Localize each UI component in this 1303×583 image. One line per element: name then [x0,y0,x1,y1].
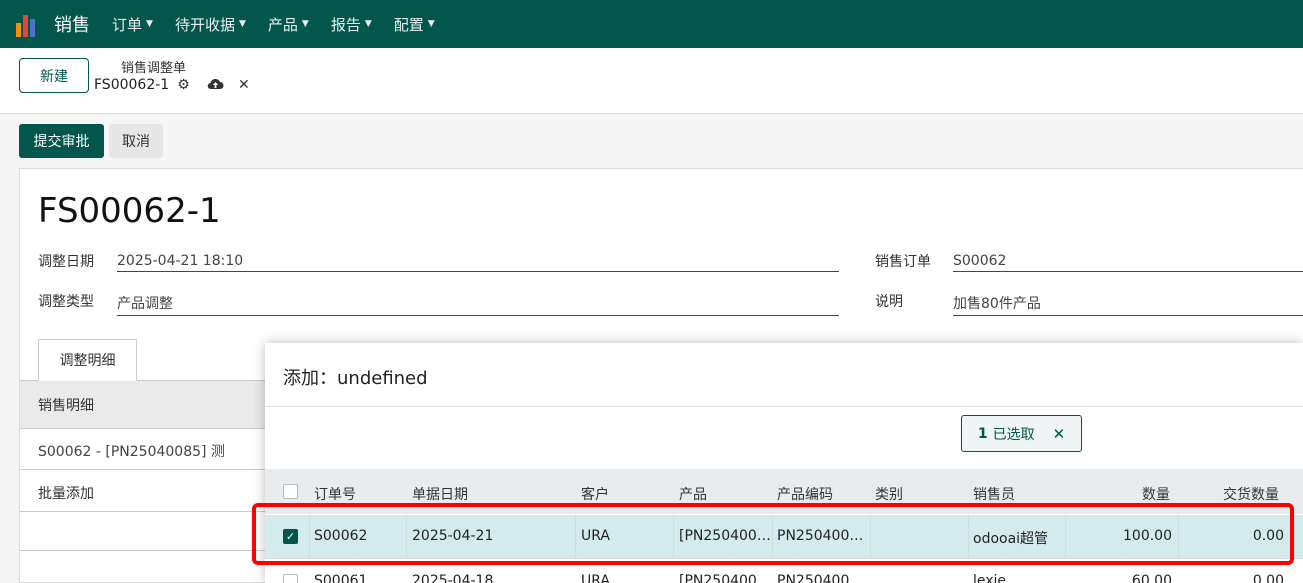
column-header[interactable]: 单据日期 [412,484,468,504]
gear-icon[interactable]: ⚙ [177,77,190,93]
cloud-upload-icon[interactable] [207,77,224,95]
cell-salesman: lexie [973,573,1007,583]
app-name[interactable]: 销售 [54,11,90,37]
app-logo-icon[interactable] [16,11,42,37]
divider [265,406,1303,407]
row-checkbox[interactable] [283,574,298,583]
column-header[interactable]: 销售员 [973,484,1015,504]
select-all-checkbox[interactable] [283,484,298,499]
cell-date: 2025-04-18 [412,573,494,583]
adjust-date-field[interactable]: 2025-04-21 18:10 [117,253,839,272]
cell-code: PN250400… [777,573,864,583]
cell-order: S00061 [314,573,368,583]
cell-qty: 60.00 [1131,573,1172,583]
menu-reports[interactable]: 报告 ▼ [331,14,372,35]
column-header[interactable]: 产品编码 [777,484,833,504]
top-navbar: 销售 订单 ▼ 待开收据 ▼ 产品 ▼ 报告 ▼ 配置 ▼ [0,0,1303,48]
adjust-type-field[interactable]: 产品调整 [117,293,839,316]
menu-config[interactable]: 配置 ▼ [394,14,435,35]
caret-down-icon: ▼ [427,19,435,29]
clear-selection-icon[interactable]: ✕ [1053,425,1066,443]
selected-badge[interactable]: 1 已选取 ✕ [961,415,1082,452]
breadcrumb-parent[interactable]: 销售调整单 [121,57,186,76]
record-actions: ✕ [207,77,250,95]
tab-adjust-details[interactable]: 调整明细 [38,339,137,381]
new-button[interactable]: 新建 [19,58,89,93]
breadcrumb-current: FS00062-1 ⚙ [94,77,190,93]
control-panel: 新建 销售调整单 FS00062-1 ⚙ ✕ [0,48,1303,114]
menu-products[interactable]: 产品 ▼ [268,14,309,35]
column-header[interactable]: 数量 [1142,484,1170,504]
column-header[interactable]: 客户 [581,484,609,504]
status-bar: 提交审批 取消 [0,115,1303,168]
submit-approval-button[interactable]: 提交审批 [19,124,104,158]
bulk-add-link[interactable]: 批量添加 [38,483,94,503]
column-header[interactable]: 交货数量 [1223,484,1279,504]
note-label: 说明 [875,294,903,310]
cell-customer: URA [581,573,610,583]
caret-down-icon: ▼ [364,19,372,29]
caret-down-icon: ▼ [238,19,246,29]
adjust-date-label: 调整日期 [38,254,94,270]
discard-icon[interactable]: ✕ [238,77,250,95]
caret-down-icon: ▼ [146,19,153,29]
record-title: FS00062-1 [38,191,221,231]
selected-label: 已选取 [992,426,1035,443]
dialog-title: 添加：undefined [283,368,428,389]
column-header[interactable]: 产品 [679,484,707,504]
selected-count: 1 [977,425,988,442]
cell-delivered: 0.00 [1252,573,1284,583]
cancel-button[interactable]: 取消 [109,124,163,158]
adjust-type-label: 调整类型 [38,294,94,310]
column-header[interactable]: 订单号 [314,484,356,504]
caret-down-icon: ▼ [301,19,309,29]
highlight-box [252,503,1294,565]
cell-product: [PN250400… [679,573,771,583]
sale-order-field[interactable]: S00062 [953,253,1303,272]
note-field[interactable]: 加售80件产品 [953,293,1303,316]
menu-to-invoice[interactable]: 待开收据 ▼ [175,14,246,35]
column-header[interactable]: 类别 [875,484,903,504]
menu-orders[interactable]: 订单 ▼ [112,14,153,35]
sale-order-label: 销售订单 [875,254,931,270]
